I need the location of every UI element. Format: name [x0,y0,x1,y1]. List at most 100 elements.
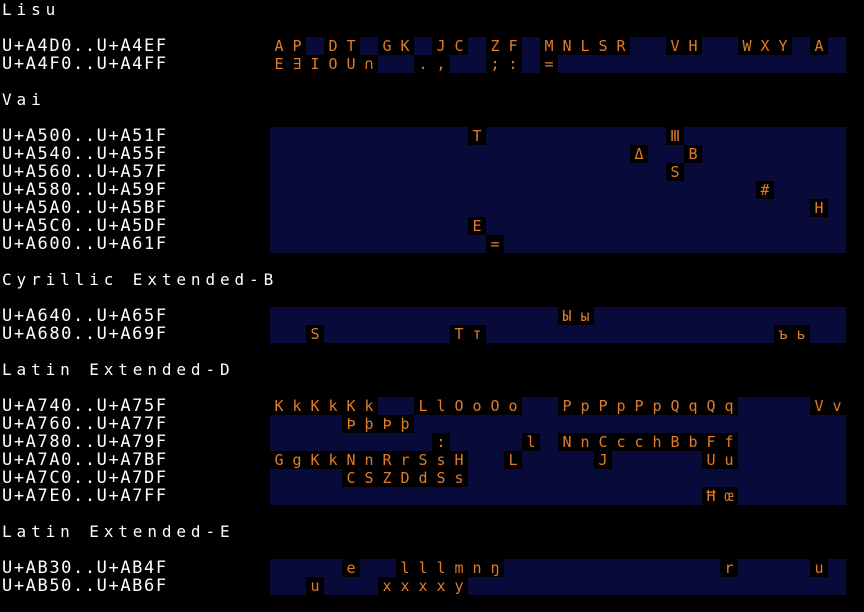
glyph-cell: S [360,469,378,487]
range-label: U+A7C0..U+A7DF [2,468,168,488]
glyph-cell: L [414,397,432,415]
glyph-cell: O [450,397,468,415]
glyph-cell: B [666,433,684,451]
glyph-row: ΔB [270,145,846,163]
glyph-cell: p [648,397,666,415]
glyph-cell: v [828,397,846,415]
glyph-cell: s [450,469,468,487]
glyph-row: uxxxxy [270,577,846,595]
glyph-cell: l [396,559,414,577]
glyph-cell: L [576,37,594,55]
glyph-cell: ∃ [288,55,306,73]
section-title: Latin Extended-D [2,360,235,379]
glyph-row: TⅢ [270,127,846,145]
glyph-cell: Þ [342,415,360,433]
range-label: U+A7E0..U+A7FF [2,486,168,506]
glyph-cell: f [720,433,738,451]
glyph-cell: E [270,55,288,73]
glyph-cell: x [396,577,414,595]
glyph-cell: u [306,577,324,595]
glyph-cell: o [468,397,486,415]
glyph-cell: , [432,55,450,73]
range-label: U+A760..U+A77F [2,414,168,434]
range-label: U+A640..U+A65F [2,306,168,326]
glyph-cell: Q [702,397,720,415]
glyph-cell: k [288,397,306,415]
glyph-cell: E [468,217,486,235]
glyph-cell: n [576,433,594,451]
section-title: Vai [2,90,46,109]
glyph-row: S Tт ъь [270,325,846,343]
glyph-cell: P [288,37,306,55]
glyph-cell: x [414,577,432,595]
glyph-cell: : [504,55,522,73]
glyph-cell: c [630,433,648,451]
glyph-cell: p [576,397,594,415]
glyph-cell: ∩ [360,55,378,73]
glyph-cell: Δ [630,145,648,163]
glyph-cell: l [432,397,450,415]
glyph-cell: ; [486,55,504,73]
glyph-cell: œ [720,487,738,505]
glyph-cell: I [306,55,324,73]
glyph-cell: þ [396,415,414,433]
glyph-row: S [270,163,846,181]
glyph-cell: q [684,397,702,415]
glyph-cell: p [612,397,630,415]
glyph-cell: G [270,451,288,469]
glyph-cell: : [432,433,450,451]
glyph-cell: x [378,577,396,595]
glyph-cell: Þ [378,415,396,433]
glyph-cell: L [504,451,522,469]
glyph-cell: u [720,451,738,469]
glyph-cell: A [270,37,288,55]
glyph-row: ÞþÞþ [270,415,846,433]
glyph-row: H [270,199,846,217]
glyph-cell: P [630,397,648,415]
glyph-cell: # [756,181,774,199]
glyph-cell: N [558,37,576,55]
glyph-row: : lNnCcchBbFf [270,433,846,451]
glyph-row: Ыы [270,307,846,325]
glyph-cell: F [504,37,522,55]
glyph-cell: m [450,559,468,577]
unicode-chart-screen: Lisu U+A4D0..U+A4EF A P D T G K J C Z F M N L S R V H W X Y A U… [0,0,864,612]
glyph-row: KkKkKkLlOoOoPpPpPpQqQqVv [270,397,846,415]
glyph-cell: S [432,469,450,487]
glyph-cell: y [450,577,468,595]
glyph-cell: H [810,199,828,217]
range-label: U+A560..U+A57F [2,162,168,182]
glyph-cell: þ [360,415,378,433]
glyph-cell: r [396,451,414,469]
glyph-cell: F [702,433,720,451]
glyph-row: CSZDdSs [270,469,846,487]
glyph-cell: O [324,55,342,73]
glyph-cell: k [360,397,378,415]
glyph-cell: l [432,559,450,577]
glyph-cell: W [738,37,756,55]
glyph-cell: O [486,397,504,415]
glyph-row: Ħœ [270,487,846,505]
glyph-cell: K [306,451,324,469]
glyph-cell: T [468,127,486,145]
glyph-cell: P [594,397,612,415]
section-title: Cyrillic Extended-B [2,270,279,289]
glyph-cell: K [396,37,414,55]
range-label: U+A5A0..U+A5BF [2,198,168,218]
glyph-row: E ∃ I O U ∩.,;: = [270,55,846,73]
range-label: U+A580..U+A59F [2,180,168,200]
glyph-cell: T [450,325,468,343]
glyph-row: # [270,181,846,199]
glyph-cell: Ħ [702,487,720,505]
glyph-cell: C [342,469,360,487]
glyph-cell: = [540,55,558,73]
glyph-cell: e [342,559,360,577]
glyph-cell: S [414,451,432,469]
range-label: U+AB30..U+AB4F [2,558,168,578]
glyph-cell: s [432,451,450,469]
glyph-cell: K [342,397,360,415]
glyph-cell: M [540,37,558,55]
glyph-cell: . [414,55,432,73]
glyph-cell: H [450,451,468,469]
section-title: Latin Extended-E [2,522,235,541]
